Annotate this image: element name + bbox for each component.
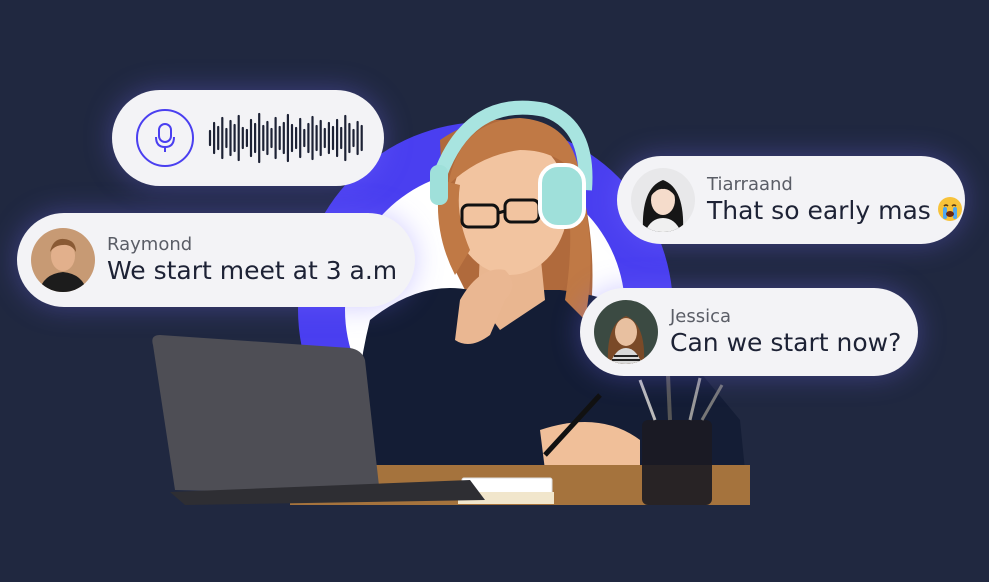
sender-name: Raymond (107, 234, 193, 255)
chat-bubble-tiarraand: Tiarraand That so early mas (617, 156, 965, 244)
avatar-raymond (31, 228, 95, 292)
microphone-button[interactable] (136, 109, 194, 167)
microphone-icon (155, 123, 175, 152)
message-text: Can we start now? (670, 328, 902, 357)
avatar (631, 168, 695, 232)
sender-name: Tiarraand (707, 174, 793, 195)
chat-bubble-jessica: Jessica Can we start now? (580, 288, 918, 376)
crying-face-emoji (937, 197, 962, 221)
sender-name: Jessica (670, 306, 732, 327)
message-text-content: That so early mas (707, 196, 931, 225)
message-text: We start meet at 3 a.m (107, 256, 398, 285)
message-text: That so early mas (707, 196, 963, 226)
avatar (594, 300, 658, 364)
audio-waveform-icon (208, 112, 363, 164)
hero-scene: Raymond We start meet at 3 a.m Tiarraand… (0, 0, 989, 582)
avatar (31, 228, 95, 292)
avatar-jessica (594, 300, 658, 364)
avatar-tiarraand (631, 168, 695, 232)
chat-bubble-raymond: Raymond We start meet at 3 a.m (17, 213, 415, 307)
voice-message-bubble[interactable] (112, 90, 384, 186)
